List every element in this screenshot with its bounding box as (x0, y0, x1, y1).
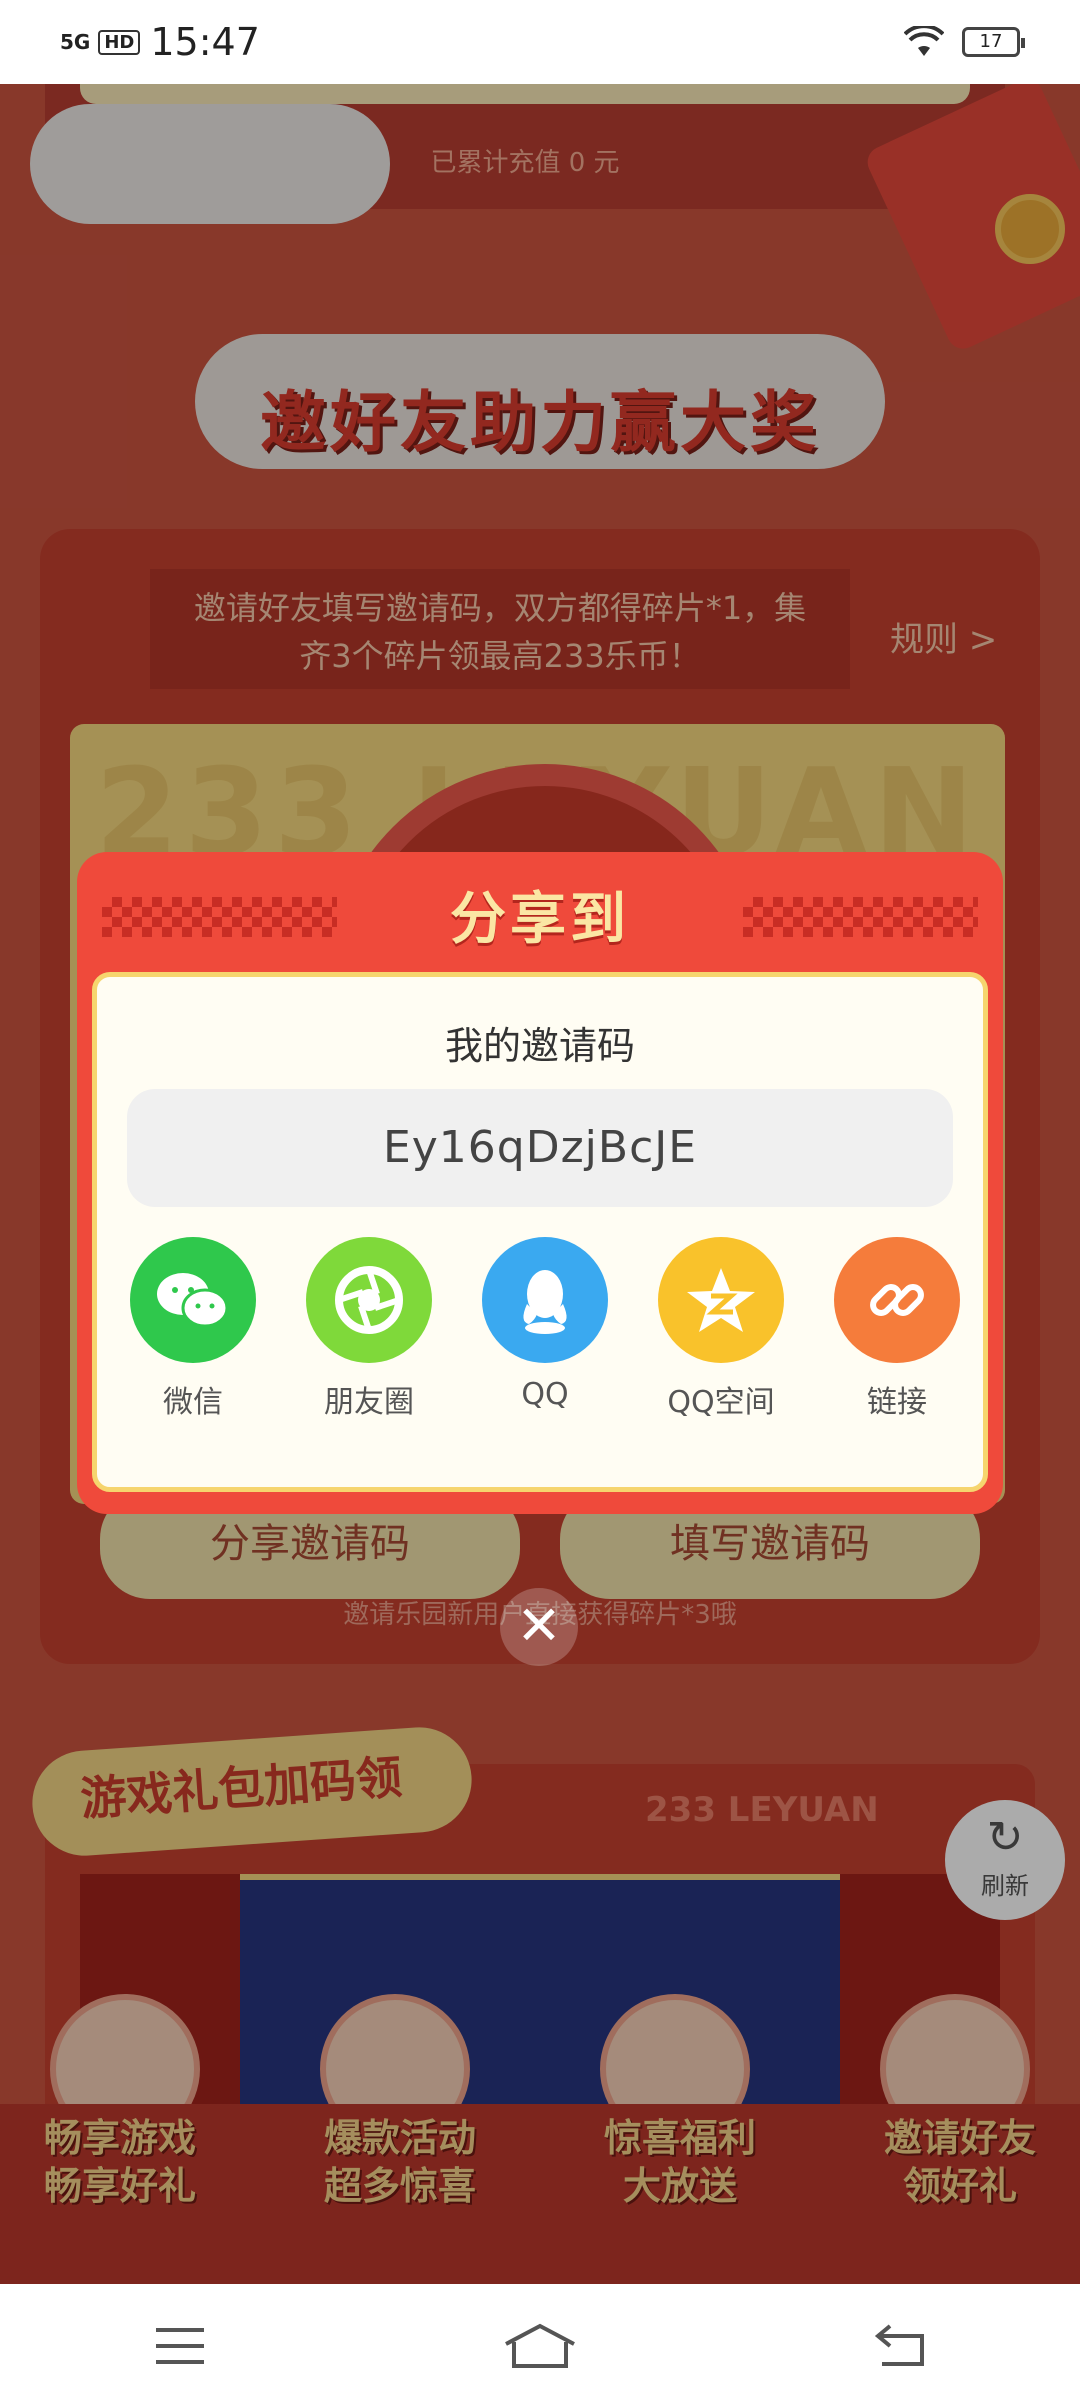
close-icon[interactable]: ✕ (500, 1588, 578, 1666)
share-qzone[interactable]: QQ空间 (651, 1237, 791, 1421)
share-label: QQ (521, 1377, 569, 1412)
menu-icon[interactable] (120, 2306, 240, 2386)
navigation-bar (0, 2284, 1080, 2408)
share-moments[interactable]: 朋友圈 (299, 1237, 439, 1421)
status-bar: 5G HD 15:47 17 (0, 0, 1080, 84)
wechat-icon (130, 1237, 256, 1363)
hd-icon: HD (98, 29, 141, 55)
share-wechat[interactable]: 微信 (123, 1237, 263, 1421)
share-qq[interactable]: QQ (475, 1237, 615, 1412)
moments-icon (306, 1237, 432, 1363)
share-label: QQ空间 (667, 1385, 775, 1420)
home-icon[interactable] (480, 2306, 600, 2386)
wifi-icon (904, 26, 944, 56)
signal-icon: 5G (60, 30, 91, 54)
link-icon (834, 1237, 960, 1363)
clock: 15:47 (150, 20, 260, 64)
invite-code-field[interactable]: Ey16qDzjBcJE (127, 1089, 953, 1207)
share-label: 链接 (867, 1385, 927, 1420)
share-dialog: 分享到 我的邀请码 Ey16qDzjBcJE 微信 朋友圈 QQ QQ空间 链接 (77, 852, 1003, 1514)
qq-icon (482, 1237, 608, 1363)
share-label: 微信 (163, 1385, 223, 1420)
invite-code-label: 我的邀请码 (444, 1024, 635, 1068)
back-icon[interactable] (840, 2306, 960, 2386)
dialog-body: 我的邀请码 Ey16qDzjBcJE 微信 朋友圈 QQ QQ空间 链接 (92, 972, 988, 1492)
battery-icon: 17 (962, 27, 1025, 57)
share-label: 朋友圈 (324, 1385, 414, 1420)
qzone-icon (658, 1237, 784, 1363)
dialog-title: 分享到 (450, 887, 630, 952)
share-link[interactable]: 链接 (827, 1237, 967, 1421)
